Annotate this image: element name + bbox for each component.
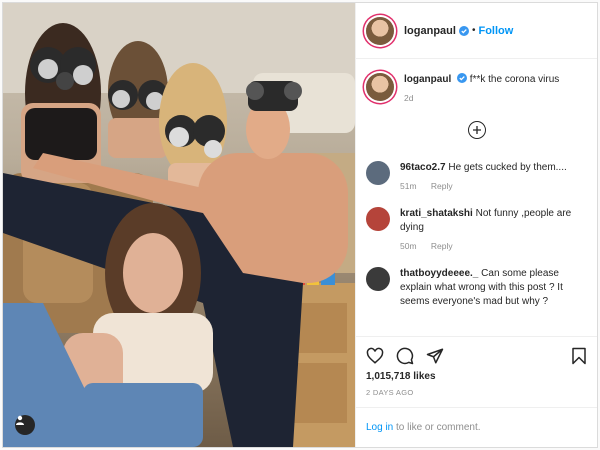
comment-item: thatboyydeeee._ Can some please explain … — [366, 267, 587, 309]
comment-username[interactable]: krati_shatakshi — [400, 208, 473, 219]
reply-button[interactable]: Reply — [431, 181, 453, 191]
reply-button[interactable]: Reply — [431, 241, 453, 251]
bookmark-icon[interactable] — [571, 347, 587, 365]
post-actions: 1,015,718 likes 2 DAYS AGO — [356, 336, 597, 397]
caption-username[interactable]: loganpaul — [404, 74, 451, 85]
comments-section: loganpaul f**k the corona virus 2d 96tac… — [356, 59, 597, 336]
post-header: loganpaul • Follow — [356, 3, 597, 59]
load-more-comments[interactable] — [366, 121, 587, 139]
author-username[interactable]: loganpaul — [404, 25, 456, 37]
heart-icon[interactable] — [366, 347, 384, 365]
comment-icon[interactable] — [396, 347, 414, 365]
photo-illustration — [3, 3, 355, 447]
follow-button[interactable]: Follow — [478, 25, 513, 37]
user-tag-icon — [16, 415, 24, 425]
comment-item: 96taco2.7 He gets cucked by them.... 51m… — [366, 161, 587, 191]
post-photo[interactable] — [3, 3, 355, 447]
comment-avatar[interactable] — [366, 267, 390, 291]
comment-username[interactable]: 96taco2.7 — [400, 162, 446, 173]
comment-text: He gets cucked by them.... — [448, 162, 567, 173]
login-link[interactable]: Log in — [366, 422, 393, 433]
caption-age: 2d — [404, 93, 414, 103]
comment-age: 50m — [400, 241, 417, 251]
login-rest-text: to like or comment. — [396, 422, 481, 433]
verified-badge-icon — [457, 73, 468, 83]
comment-username[interactable]: thatboyydeeee._ — [400, 268, 478, 279]
plus-circle-icon — [467, 121, 486, 139]
caption-text: f**k the corona virus — [469, 74, 560, 85]
login-prompt: Log in to like or comment. — [356, 407, 597, 447]
user-tag-button[interactable] — [15, 415, 35, 435]
share-icon[interactable] — [426, 347, 444, 365]
comment-item: krati_shatakshi Not funny ,people are dy… — [366, 207, 587, 251]
separator-dot: • — [471, 25, 476, 36]
post-timestamp: 2 DAYS AGO — [366, 388, 414, 397]
comment-avatar[interactable] — [366, 161, 390, 185]
author-avatar[interactable] — [366, 16, 394, 45]
like-count[interactable]: 1,015,718 likes — [366, 371, 587, 382]
caption: loganpaul f**k the corona virus 2d — [366, 73, 587, 103]
comment-age: 51m — [400, 181, 417, 191]
post-side-panel: loganpaul • Follow loganpaul f**k the co… — [355, 3, 597, 447]
caption-avatar[interactable] — [366, 73, 394, 101]
comment-avatar[interactable] — [366, 207, 390, 231]
instagram-post: loganpaul • Follow loganpaul f**k the co… — [2, 2, 598, 448]
verified-badge-icon — [458, 25, 469, 36]
